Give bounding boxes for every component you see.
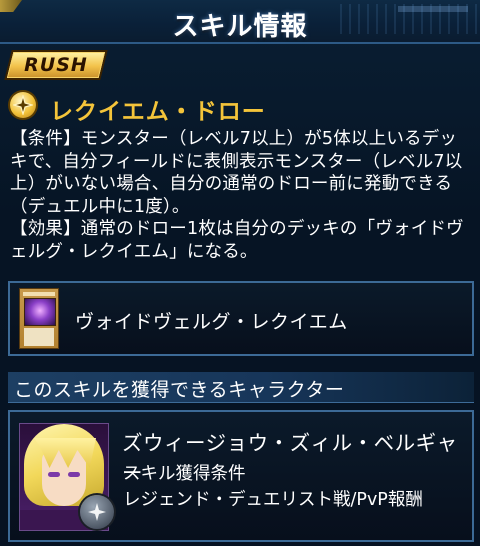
portrait-eye xyxy=(68,472,80,477)
star-burst-icon xyxy=(10,92,36,118)
rush-logo-label: RUSH xyxy=(24,54,88,76)
acquire-condition-label: スキル獲得条件 xyxy=(123,464,246,484)
acquire-condition-value: レジェンド・デュエリスト戦/PvP報酬 xyxy=(123,490,423,510)
portrait-eye xyxy=(48,472,60,477)
card-thumbnail-art xyxy=(24,298,56,326)
character-entry[interactable]: ズウィージョウ・ズィル・ベルギャー スキル獲得条件 レジェンド・デュエリスト戦/… xyxy=(8,410,474,542)
description-line: ェルグ・レクイエム」になる。 xyxy=(10,241,258,262)
skill-title-row: レクイエム・ドロー xyxy=(8,90,468,125)
page-title: スキル情報 xyxy=(172,12,308,42)
skill-info-screen: スキル情報 RUSH レクイエム・ドロー 【条件】モンスター（レベル7以上）が5… xyxy=(0,0,480,546)
description-line: 【条件】モンスター（レベル7以上）が5体以上いるデッ xyxy=(10,129,458,149)
description-line: 【効果】通常のドロー1枚は自分のデッキの「ヴォイドヴ xyxy=(10,219,464,239)
description-line: （デュエル中に1度）。 xyxy=(10,196,190,217)
skill-sparkle-icon xyxy=(80,495,114,529)
card-thumbnail[interactable] xyxy=(19,288,59,349)
header-bar: スキル情報 xyxy=(0,0,480,44)
card-thumbnail-text-box xyxy=(24,328,54,346)
skill-description: 【条件】モンスター（レベル7以上）が5体以上いるデッ キで、自分フィールドに表側… xyxy=(10,128,474,263)
card-thumbnail-name-bar xyxy=(23,292,55,296)
description-line: 上）がいない場合、自分の通常のドロー前に発動できる xyxy=(10,174,453,194)
skill-name: レクイエム・ドロー xyxy=(50,99,266,125)
card-name: ヴォイドヴェルグ・レクイエム xyxy=(75,311,348,333)
related-card-entry[interactable]: ヴォイドヴェルグ・レクイエム xyxy=(8,281,474,356)
acquire-section-header: このスキルを獲得できるキャラクター xyxy=(8,372,474,403)
description-line: キで、自分フィールドに表側表示モンスター（レベル7以 xyxy=(10,151,463,172)
rush-logo-badge: RUSH xyxy=(4,50,108,80)
acquire-section-title: このスキルを獲得できるキャラクター xyxy=(14,379,345,401)
